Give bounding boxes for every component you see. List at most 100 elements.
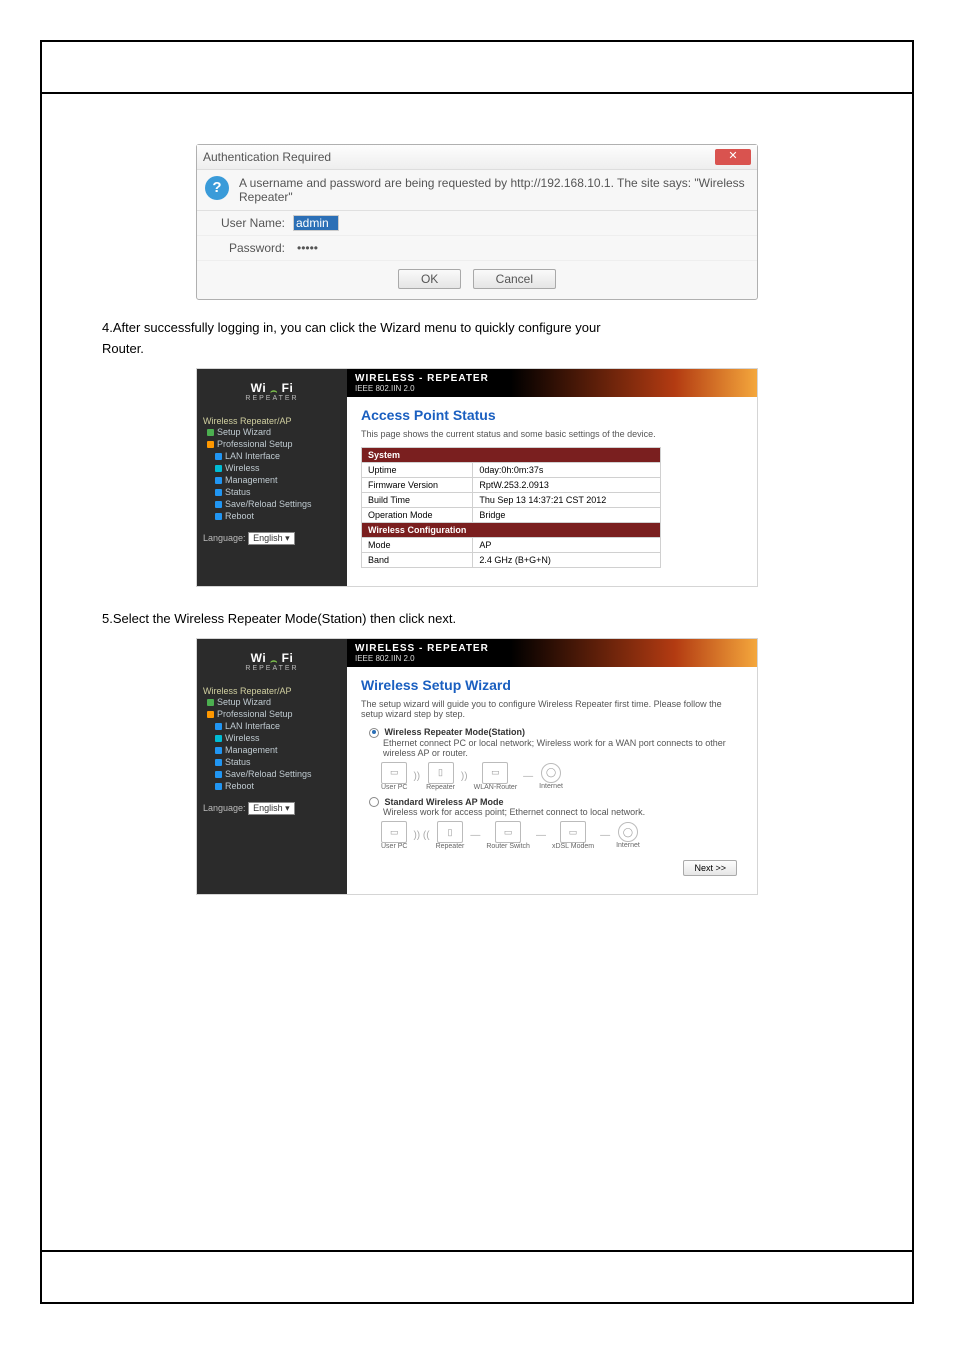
language-row: Language: English ▾ [203,532,341,545]
banner-title: WIRELESS - REPEATER [355,643,749,654]
language-label: Language: [203,803,246,813]
auth-body: ? A username and password are being requ… [197,170,757,211]
router-main-2: WIRELESS - REPEATER IEEE 802.IIN 2.0 Wir… [347,639,757,894]
status-note: This page shows the current status and s… [361,429,743,439]
radio-unchecked-icon[interactable] [369,797,379,807]
wifi-signal-icon: )) [461,771,468,782]
language-row: Language: English ▾ [203,802,341,815]
wizard-icon [207,699,214,706]
nav-professional-setup[interactable]: Professional Setup [203,438,341,450]
nav-save-reload[interactable]: Save/Reload Settings [203,498,341,510]
page-icon [215,759,222,766]
auth-dialog: Authentication Required ✕ ? A username a… [196,144,758,300]
nav-wireless[interactable]: Wireless [203,462,341,474]
page-header-rule [42,42,912,94]
banner-sub: IEEE 802.IIN 2.0 [355,384,749,393]
question-icon: ? [205,176,229,200]
page-icon [215,513,222,520]
auth-buttons: OK Cancel [197,261,757,299]
wizard-title: Wireless Setup Wizard [361,677,743,693]
auth-message: A username and password are being reques… [239,176,749,204]
logo-sub: REPEATER [203,395,341,402]
page-icon [215,453,222,460]
nav-wireless[interactable]: Wireless [203,732,341,744]
table-row: Uptime0day:0h:0m:37s [362,463,661,478]
gear-icon [207,711,214,718]
nav-heading: Wireless Repeater/AP [203,686,341,696]
nav-management[interactable]: Management [203,744,341,756]
nav-lan-interface[interactable]: LAN Interface [203,450,341,462]
wizard-icon [207,429,214,436]
router-main: WIRELESS - REPEATER IEEE 802.IIN 2.0 Acc… [347,369,757,586]
radio-checked-icon[interactable] [369,728,379,738]
status-table: System Uptime0day:0h:0m:37s Firmware Ver… [361,447,661,568]
next-button[interactable]: Next >> [683,860,737,876]
router-logo: Wi ⌢ Fi REPEATER [203,645,341,682]
wifi-arc-icon: ⌢ [270,657,278,665]
auth-title: Authentication Required [203,150,331,164]
opt2-title: Standard Wireless AP Mode [385,797,504,807]
opt2-desc: Wireless work for access point; Ethernet… [383,807,743,817]
router-logo: Wi ⌢ Fi REPEATER [203,375,341,412]
password-input[interactable]: ••••• [293,240,351,256]
wizard-option-ap[interactable]: Standard Wireless AP Mode Wireless work … [369,797,743,818]
table-row: ModeAP [362,538,661,553]
password-row: Password: ••••• [197,236,757,261]
logo-wi: Wi [251,381,267,395]
instruction-step-5: 5.Select the Wireless Repeater Mode(Stat… [102,611,852,626]
globe-icon: ◯ [618,822,638,842]
instruction-step-4a: 4.After successfully logging in, you can… [102,320,852,335]
router-sidebar-2: Wi ⌢ Fi REPEATER Wireless Repeater/AP Se… [197,639,347,894]
wifi-signal-icon: )) [413,771,420,782]
status-title: Access Point Status [361,407,743,423]
page-icon [215,477,222,484]
router-banner: WIRELESS - REPEATER IEEE 802.IIN 2.0 [347,369,757,397]
section-system: System [362,448,661,463]
wifi-signal-icon: )) (( [413,830,429,841]
globe-icon: ◯ [541,763,561,783]
nav-reboot[interactable]: Reboot [203,780,341,792]
cancel-button[interactable]: Cancel [473,269,556,289]
router-status-screenshot: Wi ⌢ Fi REPEATER Wireless Repeater/AP Se… [196,368,758,587]
switch-icon: ▭ [495,821,521,843]
laptop-icon: ▭ [381,762,407,784]
username-input[interactable]: admin [293,215,339,231]
laptop-icon: ▭ [381,821,407,843]
nav-setup-wizard[interactable]: Setup Wizard [203,696,341,708]
nav-management[interactable]: Management [203,474,341,486]
auth-titlebar: Authentication Required ✕ [197,145,757,170]
nav-professional-setup[interactable]: Professional Setup [203,708,341,720]
repeater-icon: ▯ [437,821,463,843]
table-row: Operation ModeBridge [362,508,661,523]
close-icon[interactable]: ✕ [715,149,751,165]
nav-save-reload[interactable]: Save/Reload Settings [203,768,341,780]
nav-setup-wizard[interactable]: Setup Wizard [203,426,341,438]
status-content: Access Point Status This page shows the … [347,397,757,578]
banner-title: WIRELESS - REPEATER [355,373,749,384]
modem-icon: ▭ [560,821,586,843]
nav-status[interactable]: Status [203,486,341,498]
nav-status[interactable]: Status [203,756,341,768]
document-content: Authentication Required ✕ ? A username a… [42,94,912,1019]
ok-button[interactable]: OK [398,269,461,289]
wizard-option-repeater[interactable]: Wireless Repeater Mode(Station) Ethernet… [369,727,743,758]
logo-fi: Fi [282,381,294,395]
table-row: Band2.4 GHz (B+G+N) [362,553,661,568]
page-icon [215,735,222,742]
password-label: Password: [205,241,293,255]
language-select[interactable]: English ▾ [248,802,295,815]
router-wizard-screenshot: Wi ⌢ Fi REPEATER Wireless Repeater/AP Se… [196,638,758,895]
section-wireless: Wireless Configuration [362,523,661,538]
logo-sub: REPEATER [203,665,341,672]
gear-icon [207,441,214,448]
router-banner: WIRELESS - REPEATER IEEE 802.IIN 2.0 [347,639,757,667]
nav-heading: Wireless Repeater/AP [203,416,341,426]
page-frame: Authentication Required ✕ ? A username a… [40,40,914,1304]
banner-sub: IEEE 802.IIN 2.0 [355,654,749,663]
instruction-step-4b: Router. [102,341,852,356]
nav-lan-interface[interactable]: LAN Interface [203,720,341,732]
nav-reboot[interactable]: Reboot [203,510,341,522]
language-label: Language: [203,533,246,543]
username-row: User Name: admin [197,211,757,236]
language-select[interactable]: English ▾ [248,532,295,545]
